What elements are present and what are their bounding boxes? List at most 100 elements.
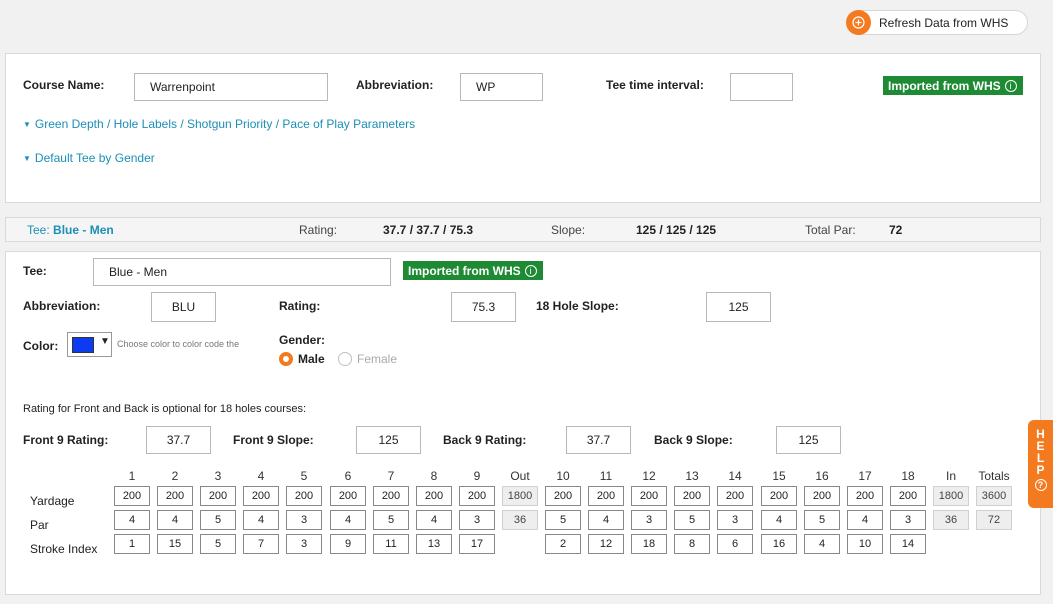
stroke-index-cell[interactable]: 12 <box>588 534 624 554</box>
yardage-cell[interactable]: 200 <box>200 486 236 506</box>
yardage-cell[interactable]: 200 <box>588 486 624 506</box>
caret-down-icon: ▼ <box>23 119 31 129</box>
tee-summary-tee-name: Blue - Men <box>53 223 114 237</box>
par-cell[interactable]: 4 <box>243 510 279 530</box>
stroke-index-cell[interactable]: 14 <box>890 534 926 554</box>
green-depth-link: Green Depth / Hole Labels / Shotgun Prio… <box>34 117 416 131</box>
default-tee-link: Default Tee by Gender <box>34 151 155 165</box>
par-cell[interactable]: 3 <box>286 510 322 530</box>
yardage-cell[interactable]: 200 <box>114 486 150 506</box>
stroke-index-cell[interactable]: 16 <box>761 534 797 554</box>
par-cell[interactable]: 3 <box>459 510 495 530</box>
yardage-cell[interactable]: 200 <box>631 486 667 506</box>
yardage-cell[interactable]: 200 <box>243 486 279 506</box>
stroke-index-cell[interactable]: 15 <box>157 534 193 554</box>
yardage-cell[interactable]: 200 <box>373 486 409 506</box>
par-cell[interactable]: 3 <box>890 510 926 530</box>
gender-male-option[interactable]: Male <box>279 352 325 366</box>
stroke-index-cell[interactable]: 18 <box>631 534 667 554</box>
tee-imported-label: Imported from WHS <box>408 263 521 278</box>
tee-summary-slope-label: Slope: <box>551 223 586 237</box>
yardage-cell[interactable]: 200 <box>847 486 883 506</box>
stroke-index-cell[interactable]: 1 <box>114 534 150 554</box>
stroke-index-cell[interactable]: 3 <box>286 534 322 554</box>
yardage-cell[interactable]: 200 <box>890 486 926 506</box>
stroke-index-cell[interactable]: 10 <box>847 534 883 554</box>
radio-unselected-icon <box>338 352 352 366</box>
yardage-cell[interactable]: 200 <box>717 486 753 506</box>
yardage-cell[interactable]: 200 <box>459 486 495 506</box>
back-rating-input[interactable]: 37.7 <box>566 426 631 454</box>
tee-slope-input[interactable]: 125 <box>706 292 771 322</box>
front-slope-input[interactable]: 125 <box>356 426 421 454</box>
stroke-index-cell[interactable]: 7 <box>243 534 279 554</box>
tee-abbreviation-input[interactable]: BLU <box>151 292 216 322</box>
par-cell[interactable]: 3 <box>631 510 667 530</box>
tee-name-label: Tee: <box>23 264 47 278</box>
course-name-input[interactable]: Warrenpoint <box>134 73 328 101</box>
tee-slope-label: 18 Hole Slope: <box>536 299 619 313</box>
par-cell[interactable]: 5 <box>200 510 236 530</box>
course-imported-label: Imported from WHS <box>888 78 1001 93</box>
hole-header: 4 <box>257 469 265 483</box>
stroke-index-cell[interactable]: 9 <box>330 534 366 554</box>
par-cell[interactable]: 4 <box>157 510 193 530</box>
par-cell[interactable]: 5 <box>373 510 409 530</box>
tee-rating-input[interactable]: 75.3 <box>451 292 516 322</box>
tee-name-input[interactable]: Blue - Men <box>93 258 391 286</box>
hole-header: 15 <box>772 469 786 483</box>
tee-summary-bar[interactable] <box>5 217 1041 242</box>
par-cell[interactable]: 5 <box>545 510 581 530</box>
yardage-cell[interactable]: 200 <box>804 486 840 506</box>
gender-female-option[interactable]: Female <box>338 352 397 366</box>
yardage-cell[interactable]: 200 <box>330 486 366 506</box>
refresh-data-button[interactable]: Refresh Data from WHS <box>846 10 1028 35</box>
stroke-index-cell[interactable]: 2 <box>545 534 581 554</box>
hole-header: 9 <box>473 469 481 483</box>
hole-header: 18 <box>901 469 915 483</box>
par-cell[interactable]: 4 <box>114 510 150 530</box>
gender-label: Gender: <box>279 333 326 347</box>
par-cell[interactable]: 5 <box>804 510 840 530</box>
par-cell[interactable]: 4 <box>330 510 366 530</box>
color-hint: Choose color to color code the <box>117 339 240 349</box>
total-par-cell: 72 <box>976 510 1012 530</box>
yardage-cell[interactable]: 200 <box>674 486 710 506</box>
stroke-index-cell[interactable]: 4 <box>804 534 840 554</box>
stroke-index-cell[interactable]: 13 <box>416 534 452 554</box>
tee-summary-tee[interactable]: Tee: Blue - Men <box>27 223 114 237</box>
course-abbreviation-input[interactable]: WP <box>460 73 543 101</box>
stroke-index-cell[interactable]: 11 <box>373 534 409 554</box>
yardage-cell[interactable]: 200 <box>545 486 581 506</box>
yardage-cell[interactable]: 200 <box>761 486 797 506</box>
green-depth-toggle[interactable]: ▼ Green Depth / Hole Labels / Shotgun Pr… <box>23 117 415 131</box>
tee-color-label: Color: <box>23 339 59 353</box>
hole-header: In <box>945 469 956 483</box>
stroke-index-cell[interactable]: 5 <box>200 534 236 554</box>
hole-header: 8 <box>430 469 438 483</box>
refresh-data-label: Refresh Data from WHS <box>879 15 1009 30</box>
par-cell[interactable]: 4 <box>847 510 883 530</box>
par-cell[interactable]: 3 <box>717 510 753 530</box>
yardage-cell[interactable]: 200 <box>157 486 193 506</box>
front-rating-input[interactable]: 37.7 <box>146 426 211 454</box>
tee-interval-input[interactable] <box>730 73 793 101</box>
help-tab[interactable]: H E L P ? <box>1028 420 1053 508</box>
course-abbreviation-label: Abbreviation: <box>356 78 434 92</box>
par-cell[interactable]: 5 <box>674 510 710 530</box>
back-slope-input[interactable]: 125 <box>776 426 841 454</box>
default-tee-toggle[interactable]: ▼ Default Tee by Gender <box>23 151 155 165</box>
back-rating-label: Back 9 Rating: <box>443 433 527 447</box>
color-picker[interactable]: ▼ <box>67 332 112 357</box>
hole-header: 3 <box>214 469 222 483</box>
course-name-label: Course Name: <box>23 78 105 92</box>
stroke-index-cell[interactable]: 17 <box>459 534 495 554</box>
par-cell[interactable]: 4 <box>416 510 452 530</box>
yardage-cell[interactable]: 200 <box>416 486 452 506</box>
stroke-index-cell[interactable]: 8 <box>674 534 710 554</box>
tee-summary-rating-value: 37.7 / 37.7 / 75.3 <box>383 223 474 237</box>
stroke-index-cell[interactable]: 6 <box>717 534 753 554</box>
par-cell[interactable]: 4 <box>588 510 624 530</box>
par-cell[interactable]: 4 <box>761 510 797 530</box>
yardage-cell[interactable]: 200 <box>286 486 322 506</box>
